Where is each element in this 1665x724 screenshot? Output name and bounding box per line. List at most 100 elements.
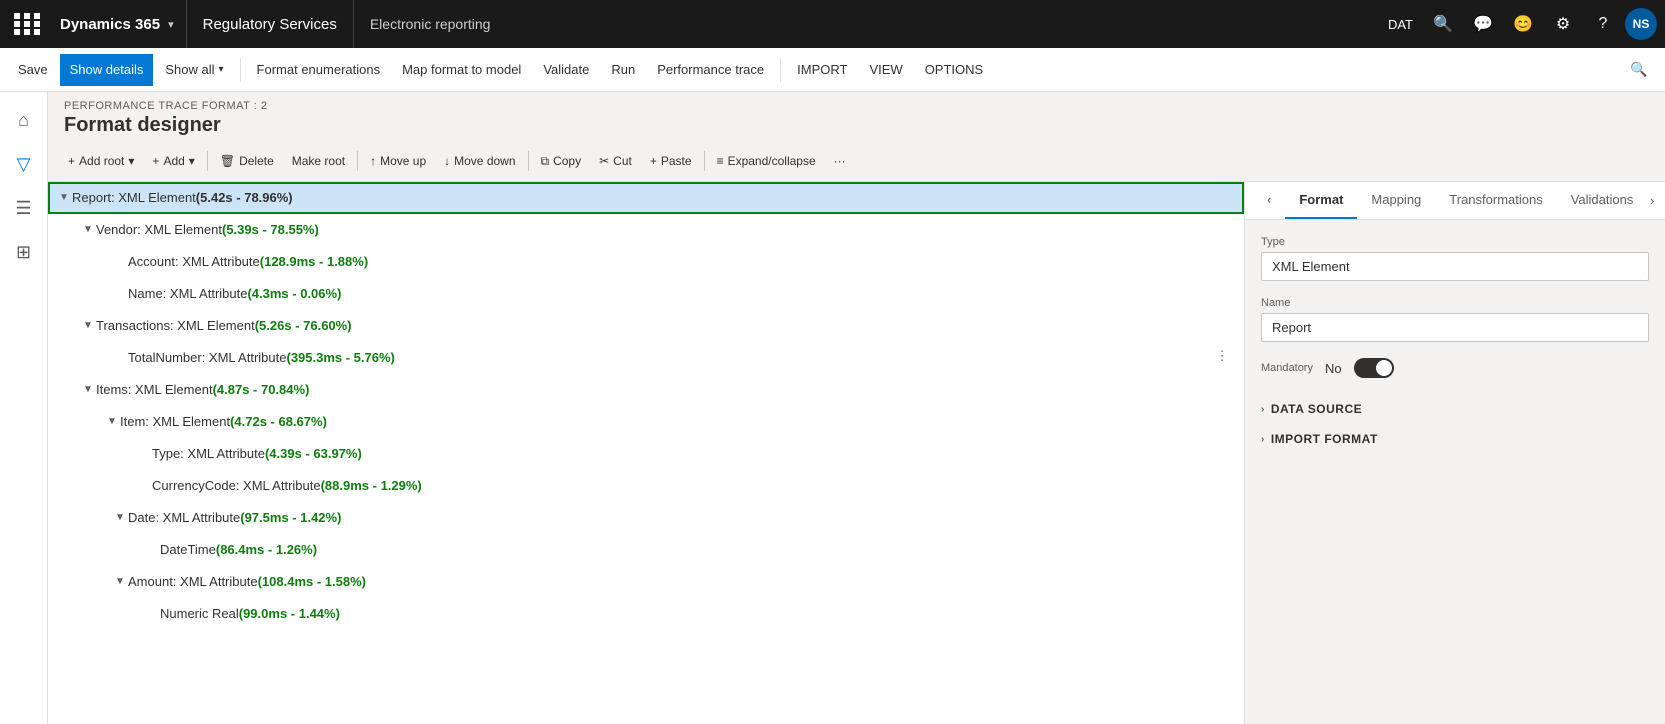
tb-separator-4 — [704, 151, 705, 171]
tree-item-label: Amount: XML Attribute — [128, 574, 258, 589]
tree-item-perf: (5.39s - 78.55%) — [222, 222, 319, 237]
search-nav-button[interactable]: 🔍 — [1425, 6, 1461, 42]
make-root-button[interactable]: Make root — [284, 147, 353, 175]
add-root-label: Add root — [79, 154, 124, 168]
tree-item-perf: (4.39s - 63.97%) — [265, 446, 362, 461]
cut-button[interactable]: ✂ Cut — [591, 147, 640, 175]
brand-name: Dynamics 365 — [60, 16, 160, 33]
tree-item-perf: (5.42s - 78.96%) — [196, 190, 293, 205]
import-format-section[interactable]: › IMPORT FORMAT — [1261, 424, 1649, 454]
tree-row[interactable]: ▼ Amount: XML Attribute (108.4ms - 1.58%… — [48, 566, 1244, 598]
copy-button[interactable]: ⧉ Copy — [533, 147, 590, 175]
tree-item-perf: (99.0ms - 1.44%) — [239, 606, 340, 621]
tree-toggle-icon[interactable]: ▼ — [112, 510, 128, 526]
tree-toggle-icon[interactable]: ▼ — [80, 222, 96, 238]
tree-toggle-icon[interactable]: ▼ — [104, 414, 120, 430]
avatar[interactable]: NS — [1625, 8, 1657, 40]
tb-separator-1 — [207, 151, 208, 171]
move-down-button[interactable]: ↓ Move down — [436, 147, 523, 175]
tree-item-label: Type: XML Attribute — [152, 446, 265, 461]
format-toolbar: + Add root ▾ + Add ▾ 🗑 Delete Make root … — [48, 141, 1665, 182]
sidebar-filter-icon[interactable]: ▽ — [4, 144, 44, 184]
run-button[interactable]: Run — [601, 54, 645, 86]
map-format-button[interactable]: Map format to model — [392, 54, 531, 86]
tab-format-back[interactable]: ‹ — [1253, 182, 1285, 219]
page-name: Electronic reporting — [354, 16, 1380, 32]
tree-item-label: Numeric Real — [160, 606, 239, 621]
tree-row[interactable]: ▼ Item: XML Element (4.72s - 68.67%) — [48, 406, 1244, 438]
tree-item-perf: (86.4ms - 1.26%) — [216, 542, 317, 557]
brand-section[interactable]: Dynamics 365 ▾ — [48, 0, 187, 48]
import-button[interactable]: IMPORT — [787, 54, 857, 86]
format-enumerations-button[interactable]: Format enumerations — [247, 54, 391, 86]
tree-row[interactable]: ▶ Account: XML Attribute (128.9ms - 1.88… — [48, 246, 1244, 278]
tree-row[interactable]: ▼ Report: XML Element (5.42s - 78.96%) — [48, 182, 1244, 214]
tab-validations[interactable]: Validations — [1557, 182, 1648, 219]
view-button[interactable]: VIEW — [859, 54, 912, 86]
user-settings-button[interactable]: 😊 — [1505, 6, 1541, 42]
delete-button[interactable]: 🗑 Delete — [212, 147, 282, 175]
chat-button[interactable]: 💬 — [1465, 6, 1501, 42]
tab-scroll-right-button[interactable]: › — [1647, 187, 1657, 215]
expand-collapse-button[interactable]: ≡ Expand/collapse — [709, 147, 824, 175]
tree-row[interactable]: ▼ Vendor: XML Element (5.39s - 78.55%) — [48, 214, 1244, 246]
sidebar-bookmarks-icon[interactable]: ☰ — [4, 188, 44, 228]
tree-toggle-icon[interactable]: ▼ — [80, 318, 96, 334]
tree-item-perf: (97.5ms - 1.42%) — [240, 510, 341, 525]
tree-row[interactable]: ▶ Type: XML Attribute (4.39s - 63.97%) — [48, 438, 1244, 470]
data-source-label: DATA SOURCE — [1271, 402, 1362, 416]
paste-button[interactable]: + Paste — [642, 147, 700, 175]
tree-toggle-icon[interactable]: ▼ — [80, 382, 96, 398]
tree-item-perf: (4.87s - 70.84%) — [213, 382, 310, 397]
add-root-button[interactable]: + Add root ▾ — [60, 147, 142, 175]
tree-panel: ⋮ ▼ Report: XML Element (5.42s - 78.96%)… — [48, 182, 1245, 724]
settings-button[interactable]: ⚙ — [1545, 6, 1581, 42]
name-input[interactable] — [1261, 313, 1649, 342]
tab-mapping[interactable]: Mapping — [1357, 182, 1435, 219]
sidebar-workspaces-icon[interactable]: ⊞ — [4, 232, 44, 272]
tree-row[interactable]: ▶ CurrencyCode: XML Attribute (88.9ms - … — [48, 470, 1244, 502]
tree-row[interactable]: ▼ Transactions: XML Element (5.26s - 76.… — [48, 310, 1244, 342]
mandatory-toggle[interactable] — [1354, 358, 1394, 378]
help-button[interactable]: ? — [1585, 6, 1621, 42]
add-button[interactable]: + Add ▾ — [144, 147, 202, 175]
toggle-knob — [1376, 360, 1392, 376]
tree-row[interactable]: ▶ DateTime (86.4ms - 1.26%) — [48, 534, 1244, 566]
sidebar-home-icon[interactable]: ⌂ — [4, 100, 44, 140]
show-all-button[interactable]: Show all ▾ — [155, 54, 233, 86]
move-up-button[interactable]: ↑ Move up — [362, 147, 434, 175]
separator-2 — [780, 58, 781, 82]
tab-format[interactable]: Format — [1285, 182, 1357, 219]
apps-button[interactable] — [8, 0, 48, 48]
copy-icon: ⧉ — [541, 154, 550, 169]
right-panel-tabs: ‹ Format Mapping Transformations Validat… — [1245, 182, 1665, 220]
tree-row[interactable]: ▼ Date: XML Attribute (97.5ms - 1.42%) — [48, 502, 1244, 534]
move-down-icon: ↓ — [444, 154, 450, 168]
tree-item-perf: (4.3ms - 0.06%) — [247, 286, 341, 301]
search-content-button[interactable]: 🔍 — [1621, 52, 1657, 88]
add-chevron-icon: ▾ — [189, 154, 195, 168]
data-source-section[interactable]: › DATA SOURCE — [1261, 394, 1649, 424]
validate-button[interactable]: Validate — [533, 54, 599, 86]
tree-row[interactable]: ▶ Name: XML Attribute (4.3ms - 0.06%) — [48, 278, 1244, 310]
more-button[interactable]: ··· — [826, 147, 854, 175]
make-root-label: Make root — [292, 154, 345, 168]
tree-row[interactable]: ▶ Numeric Real (99.0ms - 1.44%) — [48, 598, 1244, 630]
tree-item-label: Date: XML Attribute — [128, 510, 240, 525]
save-button[interactable]: Save — [8, 54, 58, 86]
context-menu-button[interactable]: ⋮ — [1208, 342, 1236, 370]
add-root-chevron-icon: ▾ — [128, 154, 134, 168]
options-button[interactable]: OPTIONS — [915, 54, 994, 86]
performance-trace-button[interactable]: Performance trace — [647, 54, 774, 86]
tab-transformations[interactable]: Transformations — [1435, 182, 1556, 219]
mandatory-row: Mandatory No — [1261, 358, 1649, 378]
expand-collapse-icon: ≡ — [717, 154, 724, 168]
move-up-label: Move up — [380, 154, 426, 168]
tree-row[interactable]: ▼ Items: XML Element (4.87s - 70.84%) — [48, 374, 1244, 406]
show-details-button[interactable]: Show details — [60, 54, 154, 86]
tree-toggle-icon[interactable]: ▼ — [112, 574, 128, 590]
tree-toggle-icon[interactable]: ▼ — [56, 190, 72, 206]
tree-row[interactable]: ▶ TotalNumber: XML Attribute (395.3ms - … — [48, 342, 1244, 374]
show-all-label: Show all — [165, 62, 214, 77]
page-title: Format designer — [64, 114, 1649, 137]
